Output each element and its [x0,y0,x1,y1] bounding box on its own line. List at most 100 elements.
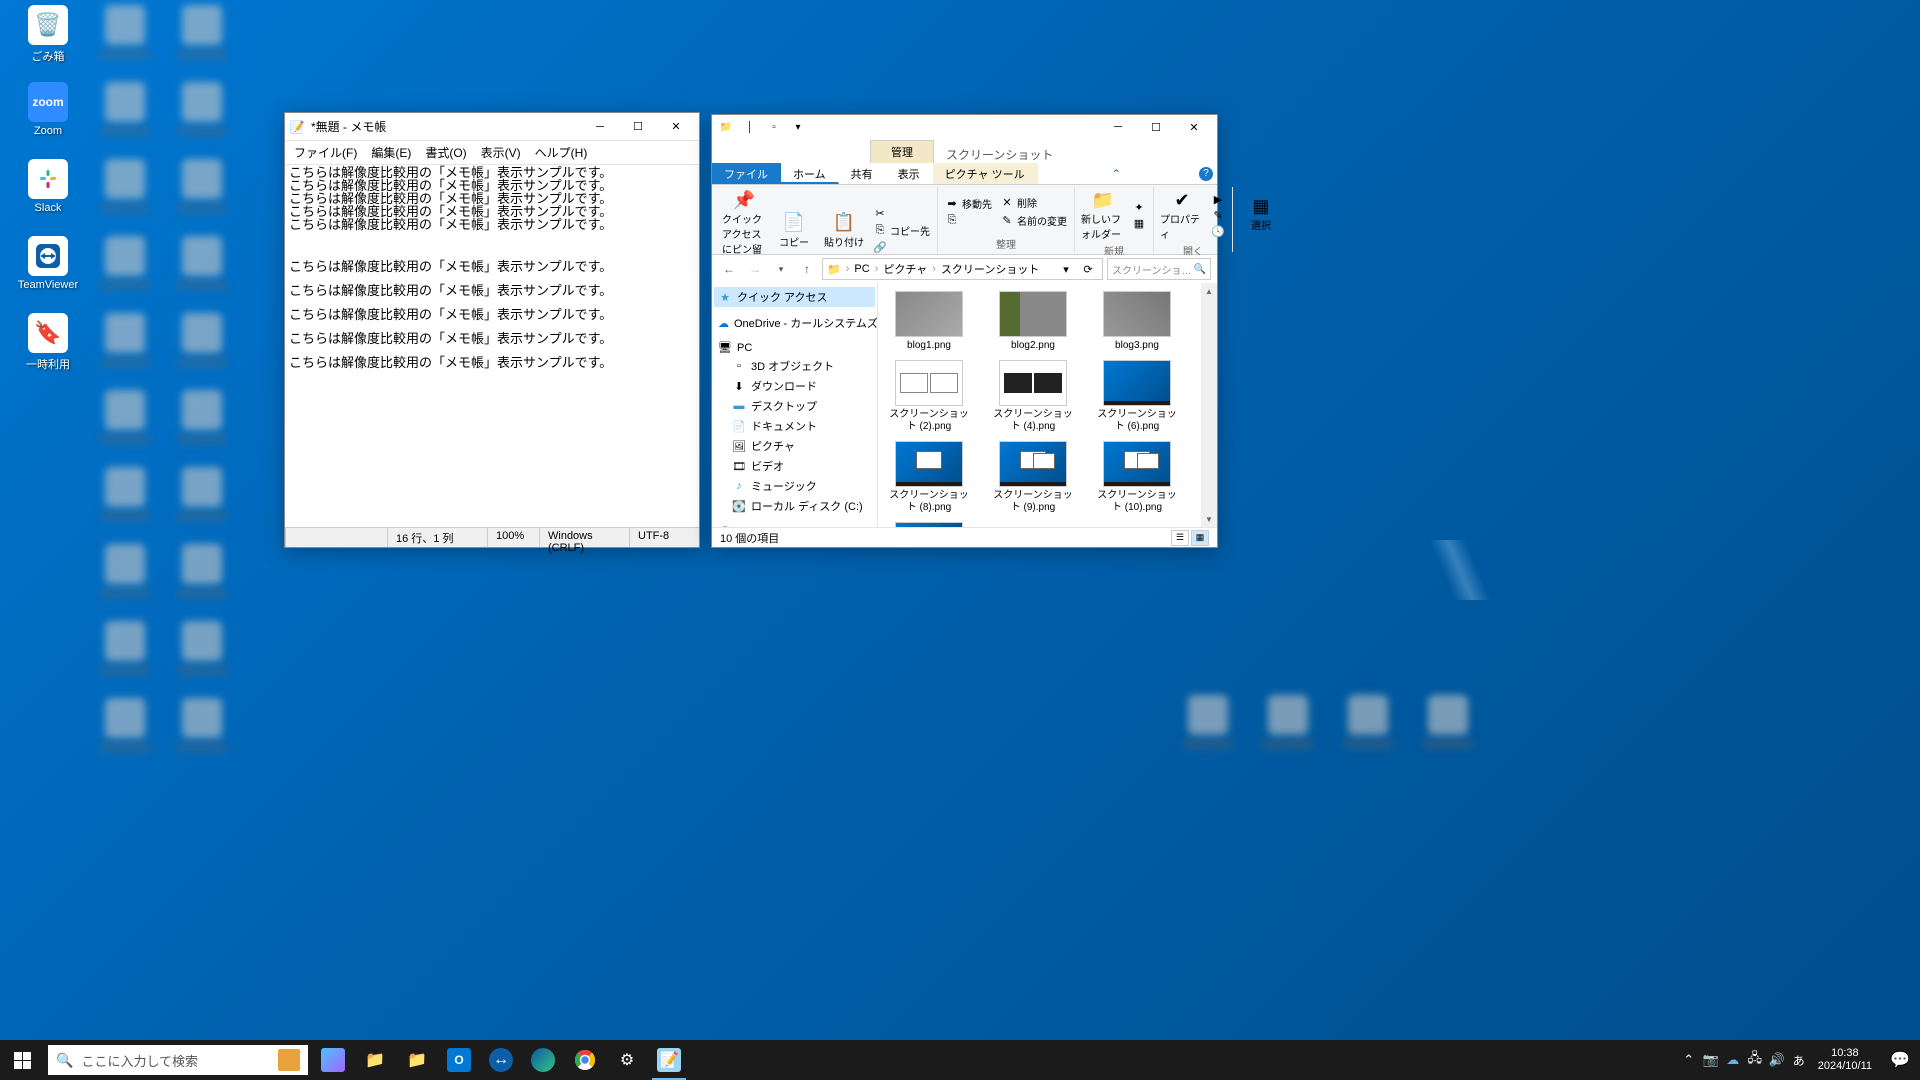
help-button[interactable]: ? [1195,163,1217,184]
ribbon-copy-button[interactable]: 📄コピー [770,210,818,251]
tree-local-disk[interactable]: 💽ローカル ディスク (C:) [714,496,875,516]
ribbon-edit-button[interactable]: ✎ [1208,208,1228,223]
ribbon-copyto-button[interactable]: ⎘ [942,213,995,228]
tab-home[interactable]: ホーム [781,163,839,184]
menu-help[interactable]: ヘルプ(H) [528,142,595,163]
menu-format[interactable]: 書式(O) [418,142,473,163]
desktop-icon-blurred[interactable] [87,82,163,158]
explorer-search-input[interactable]: スクリーンショットの検索 🔍 [1107,258,1211,280]
tree-quick-access[interactable]: ★クイック アクセス [714,287,875,307]
file-thumbnail[interactable]: スクリーンショット (6).png [1094,360,1180,433]
tab-picture-tools[interactable]: ピクチャ ツール [933,163,1038,184]
taskbar-search-input[interactable]: 🔍 ここに入力して検索 [48,1045,308,1075]
scroll-up-button[interactable]: ▲ [1201,283,1217,299]
menu-edit[interactable]: 編集(E) [364,142,418,163]
desktop-icon-blurred[interactable] [87,698,163,774]
ribbon-newfolder-button[interactable]: 📁新しいフォルダー [1079,187,1127,243]
tab-view[interactable]: 表示 [886,163,933,184]
breadcrumb-item[interactable]: スクリーンショット [941,261,1039,277]
taskbar-explorer[interactable]: 📁 [354,1040,396,1080]
nav-forward-button[interactable]: → [744,258,766,280]
nav-back-button[interactable]: ← [718,258,740,280]
ribbon-moveto-button[interactable]: ➡移動先 [942,195,995,212]
taskbar-teamviewer[interactable]: ↔ [480,1040,522,1080]
taskbar-explorer-2[interactable]: 📁 [396,1040,438,1080]
desktop-icon-blurred[interactable] [164,698,240,774]
desktop-icon-blurred[interactable] [87,236,163,312]
file-thumbnail[interactable] [886,522,972,527]
breadcrumb-item[interactable]: PC [854,263,869,275]
desktop-icon-blurred[interactable] [1330,695,1406,771]
file-thumbnail[interactable]: スクリーンショット (9).png [990,441,1076,514]
desktop-icon-blurred[interactable] [1410,695,1486,771]
tray-clock[interactable]: 10:38 2024/10/11 [1810,1047,1880,1073]
taskbar-outlook[interactable]: O [438,1040,480,1080]
tray-overflow-button[interactable]: ⌃ [1678,1052,1700,1068]
file-thumbnail[interactable]: blog2.png [990,291,1076,352]
taskbar-settings[interactable]: ⚙ [606,1040,648,1080]
desktop-icon-blurred[interactable] [164,236,240,312]
maximize-button[interactable]: ☐ [619,114,657,140]
desktop-icon-blurred[interactable] [164,467,240,543]
tree-onedrive[interactable]: ☁OneDrive - カールシステムズ株式会社 [714,313,875,333]
explorer-titlebar[interactable]: 📁 │ ▫ ▾ ─ ☐ ✕ [712,115,1217,139]
breadcrumb-item[interactable]: ピクチャ [883,261,927,277]
tray-onedrive-icon[interactable]: ☁ [1722,1052,1744,1068]
tab-file[interactable]: ファイル [712,163,781,184]
file-thumbnail[interactable]: スクリーンショット (8).png [886,441,972,514]
tree-videos[interactable]: 🎞ビデオ [714,456,875,476]
desktop-icon-teamviewer[interactable]: TeamViewer [10,236,86,312]
file-thumbnail[interactable]: blog1.png [886,291,972,352]
file-thumbnail[interactable]: スクリーンショット (10).png [1094,441,1180,514]
desktop-icon-blurred[interactable] [164,544,240,620]
start-button[interactable] [0,1040,44,1080]
tray-notifications-button[interactable]: 💬 [1880,1050,1920,1070]
menu-view[interactable]: 表示(V) [474,142,528,163]
file-thumbnail[interactable]: スクリーンショット (4).png [990,360,1076,433]
breadcrumb-dropdown[interactable]: ▾ [1056,263,1076,276]
tree-music[interactable]: ♪ミュージック [714,476,875,496]
tray-network-icon[interactable]: 🖧 [1744,1049,1766,1071]
ribbon-paste-button[interactable]: 📋貼り付け [820,210,868,251]
desktop-icon-blurred[interactable] [164,159,240,235]
ribbon-collapse-button[interactable]: ⌃ [1105,163,1127,184]
desktop-icon-blurred[interactable] [164,390,240,466]
desktop-icon-blurred[interactable] [164,5,240,81]
taskbar-notepad[interactable]: 📝 [648,1040,690,1080]
tray-volume-icon[interactable]: 🔊 [1766,1052,1788,1068]
tray-ime[interactable]: あ [1788,1052,1810,1069]
tray-meet-now[interactable]: 📷 [1700,1052,1722,1068]
desktop-icon-zoom[interactable]: zoom Zoom [10,82,86,158]
explorer-content[interactable]: blog1.pngblog2.pngblog3.pngスクリーンショット (2)… [878,283,1201,527]
taskbar-copilot[interactable] [312,1040,354,1080]
minimize-button[interactable]: ─ [581,114,619,140]
ribbon-newitem-button[interactable]: ✦ [1129,200,1149,215]
context-tab-manage[interactable]: 管理 [870,140,934,163]
desktop-icon-blurred[interactable] [164,621,240,697]
ribbon-open-button[interactable]: ▶ [1208,192,1228,207]
ribbon-delete-button[interactable]: ✕削除 [997,194,1070,211]
taskbar-chrome[interactable] [564,1040,606,1080]
file-thumbnail[interactable]: blog3.png [1094,291,1180,352]
desktop-icon-recycle-bin[interactable]: 🗑️ ごみ箱 [10,5,86,81]
nav-up-button[interactable]: ↑ [796,258,818,280]
nav-history-dropdown[interactable]: ▾ [770,258,792,280]
desktop-icon-blurred[interactable] [87,313,163,389]
notepad-titlebar[interactable]: 📝 *無題 - メモ帳 ─ ☐ ✕ [285,113,699,141]
qat-dropdown[interactable]: ▾ [788,117,808,137]
ribbon-select-button[interactable]: ▦選択 [1237,193,1285,234]
tree-3d-objects[interactable]: ▫3D オブジェクト [714,356,875,376]
close-button[interactable]: ✕ [657,114,695,140]
ribbon-cut-button[interactable]: ✂ [870,206,933,221]
minimize-button[interactable]: ─ [1099,114,1137,140]
desktop-icon-blurred[interactable] [87,544,163,620]
ribbon-properties-button[interactable]: ✔プロパティ [1158,187,1206,243]
refresh-button[interactable]: ⟳ [1078,263,1098,276]
desktop-icon-blurred[interactable] [164,82,240,158]
ribbon-copypath-button[interactable]: ⎘コピー先 [870,222,933,239]
desktop-icon-blurred[interactable] [87,5,163,81]
desktop-icon-blurred[interactable] [87,159,163,235]
view-thumbnails-button[interactable]: ▦ [1191,530,1209,546]
desktop-icon-blurred[interactable] [1250,695,1326,771]
desktop-icon-blurred[interactable] [87,621,163,697]
